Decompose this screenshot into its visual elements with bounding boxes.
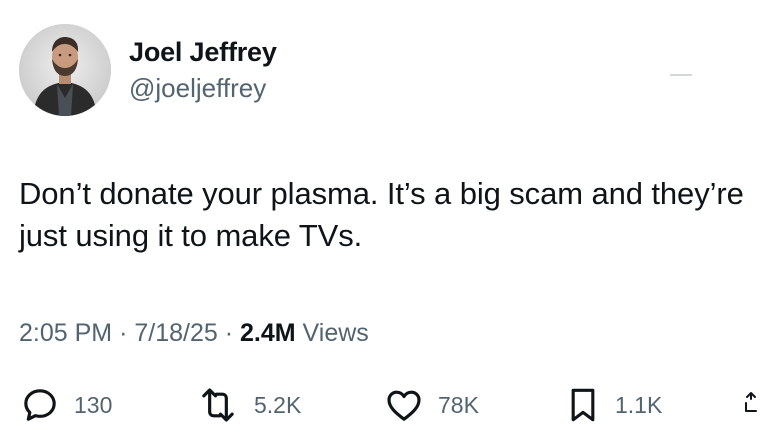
like-button[interactable]: 78K — [384, 383, 479, 427]
like-count: 78K — [438, 392, 479, 418]
views-label: Views — [302, 319, 369, 347]
tweet-text: Don’t donate your plasma. It’s a big sca… — [19, 176, 744, 253]
repost-icon — [202, 388, 234, 422]
repost-count: 5.2K — [254, 392, 302, 418]
tweet-date[interactable]: 7/18/25 — [134, 319, 217, 347]
author-display-name[interactable]: Joel Jeffrey — [129, 36, 277, 68]
action-bar: 130 5.2K 78K 1.1K — [0, 383, 760, 427]
heart-icon — [387, 390, 421, 421]
tweet-card: Joel Jeffrey @joeljeffrey Don’t donate y… — [0, 0, 760, 443]
bookmark-button[interactable]: 1.1K — [565, 383, 662, 427]
share-button[interactable] — [742, 383, 760, 427]
bookmark-icon — [571, 388, 595, 422]
views-count: 2.4M — [240, 319, 296, 347]
reply-button[interactable]: 130 — [20, 383, 112, 427]
meta-separator: · — [119, 319, 128, 347]
reply-count: 130 — [74, 392, 113, 418]
tweet-meta: 2:05 PM · 7/18/25 · 2.4M Views — [19, 317, 369, 349]
avatar-photo — [19, 24, 111, 116]
more-options-icon[interactable] — [670, 74, 692, 76]
avatar[interactable] — [19, 24, 111, 116]
reply-icon — [24, 389, 56, 421]
meta-separator: · — [224, 319, 234, 347]
repost-button[interactable]: 5.2K — [196, 383, 301, 427]
share-icon — [745, 392, 757, 412]
author-handle[interactable]: @joeljeffrey — [129, 72, 266, 104]
bookmark-count: 1.1K — [615, 392, 663, 418]
tweet-time[interactable]: 2:05 PM — [19, 319, 112, 347]
